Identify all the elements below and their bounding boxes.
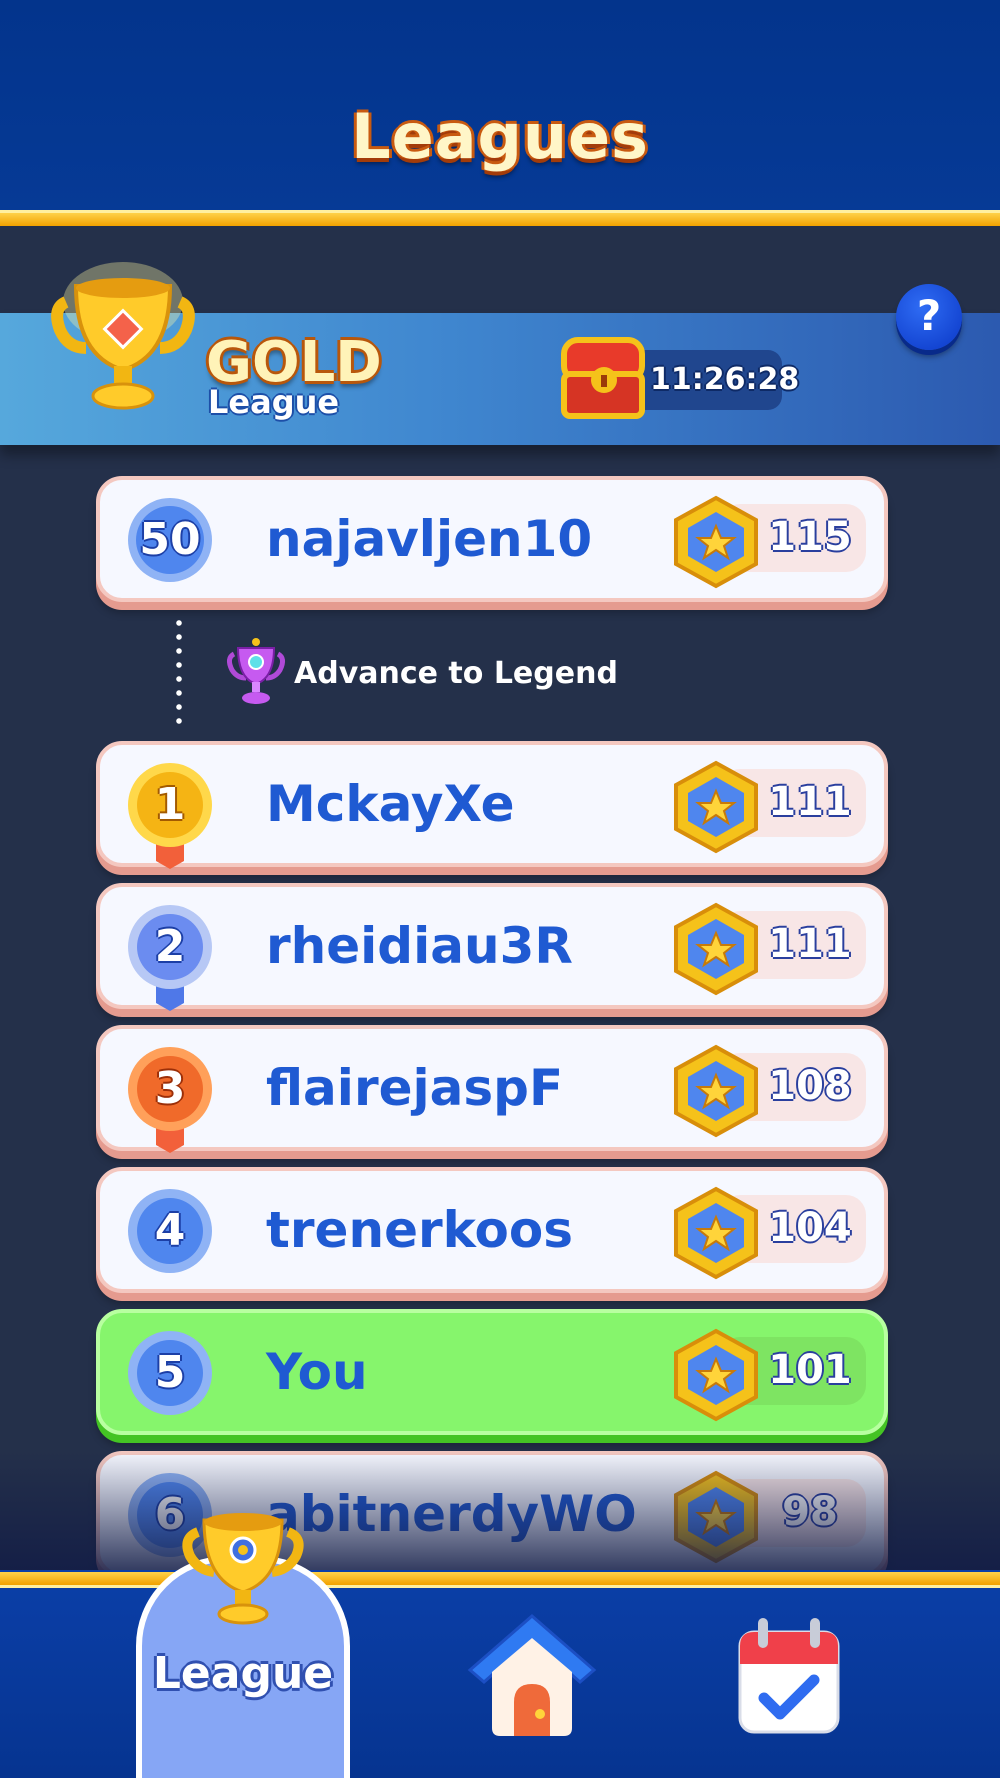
star-coin-icon [674, 760, 758, 854]
star-coin-icon [674, 1328, 758, 1422]
player-name: rheidiau3R [266, 917, 573, 975]
trophy-icon [182, 1513, 304, 1625]
score-value: 101 [768, 1347, 852, 1393]
score-value: 111 [768, 779, 852, 825]
legend-trophy-icon [226, 638, 286, 704]
leaderboard-row: 2 rheidiau3R 111 [96, 883, 888, 1011]
page-title: Leagues [351, 100, 649, 173]
star-coin-icon [674, 1044, 758, 1138]
advance-to-legend-label: Advance to Legend [294, 656, 618, 691]
star-coin-icon [674, 1186, 758, 1280]
rank-number: 4 [154, 1205, 186, 1256]
league-subtitle: League [208, 383, 340, 421]
bottom-stripe [0, 1572, 1000, 1588]
player-name: abitnerdyWO [266, 1485, 637, 1543]
home-icon[interactable] [462, 1610, 602, 1742]
player-name: najavljen10 [266, 510, 593, 568]
player-name: flairejaspF [266, 1059, 564, 1117]
header-stripe [0, 210, 1000, 226]
leaderboard-row: 1 MckayXe 111 [96, 741, 888, 869]
leaderboard-row-you: 5 You 101 [96, 1309, 888, 1435]
dotted-connector [176, 616, 182, 728]
score-value: 104 [768, 1205, 852, 1251]
rank-number: 2 [154, 921, 186, 972]
rank-number: 3 [154, 1063, 186, 1114]
leaderboard-row: 4 trenerkoos 104 [96, 1167, 888, 1293]
player-name: You [266, 1343, 368, 1401]
treasure-chest-icon[interactable] [558, 330, 650, 426]
star-coin-icon [674, 495, 758, 589]
league-timer: 11:26:28 [650, 362, 800, 397]
rank-number: 5 [154, 1347, 186, 1398]
player-name: MckayXe [266, 775, 515, 833]
star-coin-icon [674, 902, 758, 996]
help-button[interactable]: ? [896, 284, 962, 350]
score-value: 108 [768, 1063, 852, 1109]
rank-number: 1 [154, 779, 186, 830]
score-value: 115 [768, 514, 852, 560]
score-value: 98 [782, 1489, 838, 1535]
leaderboard-row-top: 50 najavljen10 115 [96, 476, 888, 602]
leaderboard-row: 3 flairejaspF 108 [96, 1025, 888, 1153]
gold-trophy-icon [51, 262, 195, 410]
calendar-check-icon[interactable] [736, 1616, 842, 1736]
score-value: 111 [768, 921, 852, 967]
star-coin-icon [674, 1470, 758, 1564]
rank-number: 50 [139, 514, 201, 565]
player-name: trenerkoos [266, 1201, 574, 1259]
nav-label-league: League [152, 1648, 334, 1699]
